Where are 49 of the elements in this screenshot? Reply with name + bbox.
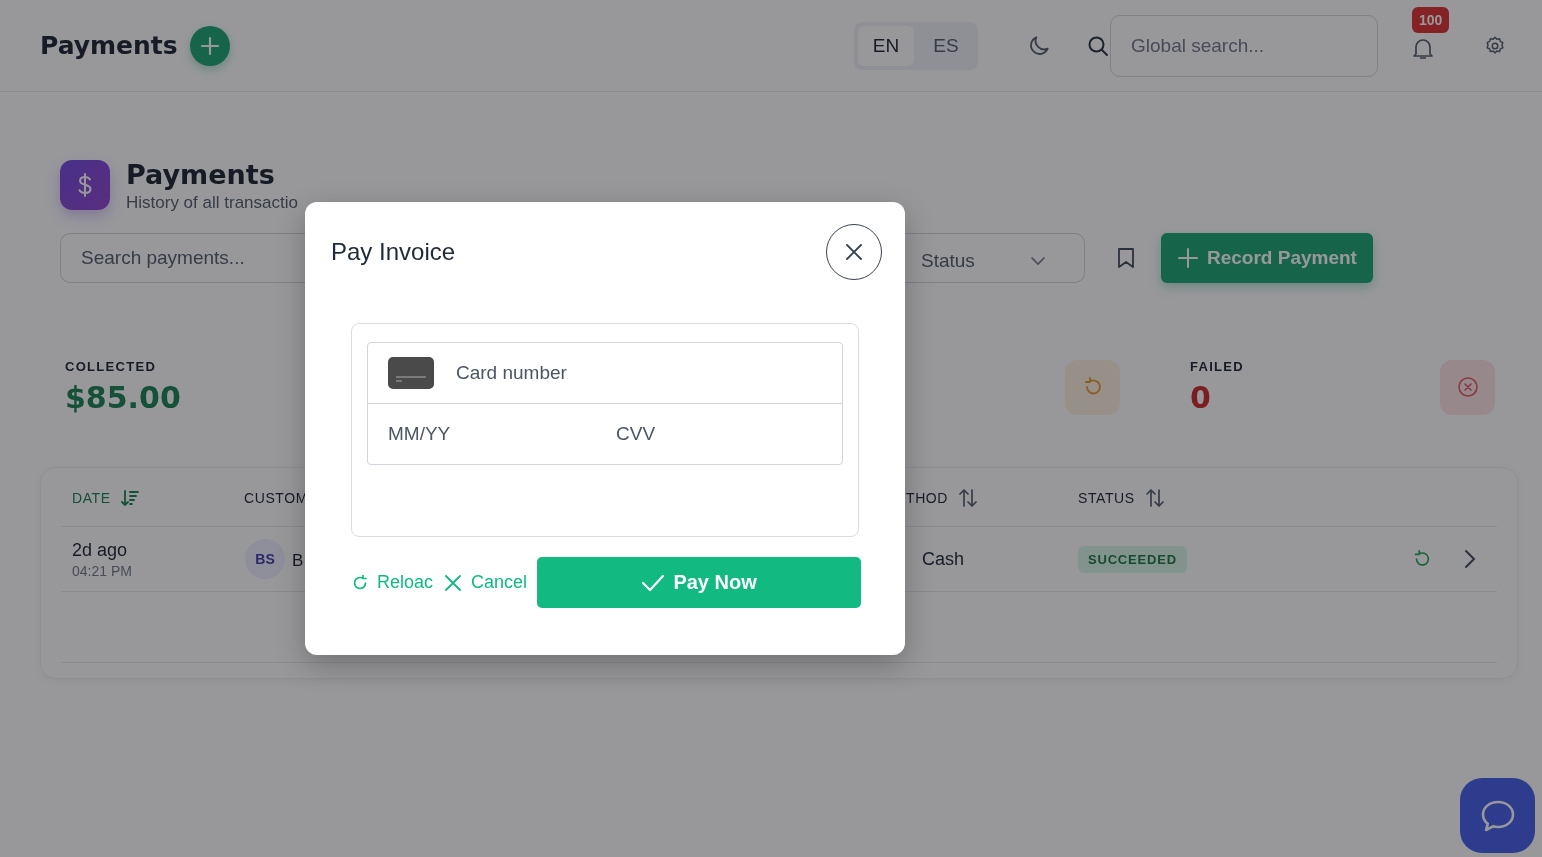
page-title: Payments bbox=[126, 160, 276, 190]
sort-descending-icon[interactable] bbox=[120, 488, 139, 508]
search-field[interactable]: Search payments... bbox=[60, 233, 305, 283]
settings-icon[interactable] bbox=[1484, 34, 1506, 57]
table-cell: B bbox=[292, 551, 304, 571]
column-header[interactable]: THOD bbox=[906, 490, 949, 506]
expiry-field[interactable]: MM/YY bbox=[368, 414, 596, 454]
status-badge: SUCCEEDED bbox=[1078, 545, 1187, 573]
close-icon bbox=[443, 572, 464, 593]
table-cell: 04:21 PM bbox=[72, 562, 132, 579]
dialog-title: Pay Invoice bbox=[331, 238, 456, 266]
add-button[interactable] bbox=[189, 25, 230, 66]
avatar: BS bbox=[245, 539, 285, 579]
card-details-field[interactable]: Card number MM/YY CVV bbox=[367, 342, 843, 465]
close-icon bbox=[844, 242, 864, 262]
refund-icon bbox=[1065, 359, 1120, 415]
bell-icon[interactable] bbox=[1412, 36, 1434, 61]
stat-value: 0 bbox=[1190, 380, 1211, 415]
plus-icon bbox=[198, 34, 221, 57]
cancel-button[interactable]: Cancel bbox=[443, 572, 528, 593]
table-cell: 2d ago bbox=[72, 539, 128, 561]
card-number-field[interactable]: Card number bbox=[454, 352, 818, 394]
bookmark-icon[interactable] bbox=[1117, 247, 1135, 269]
global-search-field[interactable]: Global search... bbox=[1110, 14, 1378, 77]
language-tab[interactable]: ES bbox=[918, 25, 974, 66]
stat-label: FAILED bbox=[1190, 359, 1245, 374]
sort-icon[interactable] bbox=[958, 487, 979, 509]
cvv-field[interactable]: CVV bbox=[596, 414, 824, 454]
column-header[interactable]: DATE bbox=[72, 490, 111, 506]
reload-icon bbox=[351, 573, 369, 592]
failed-icon bbox=[1440, 359, 1495, 415]
table-cell: Cash bbox=[922, 548, 965, 570]
reload-button[interactable]: Reloac bbox=[351, 572, 434, 593]
dollar-icon bbox=[60, 160, 110, 210]
plus-icon bbox=[1177, 247, 1199, 269]
notification-badge: 100 bbox=[1412, 6, 1450, 33]
language-tab[interactable]: EN bbox=[858, 25, 914, 66]
chevron-right-icon[interactable] bbox=[1463, 548, 1477, 570]
checkmark-icon bbox=[641, 572, 666, 593]
column-header[interactable]: STATUS bbox=[1078, 490, 1135, 506]
record-payment-button[interactable]: Record Payment bbox=[1161, 233, 1373, 283]
stat-label: COLLECTED bbox=[65, 359, 157, 374]
chat-button[interactable] bbox=[1460, 778, 1535, 853]
app-title: Payments bbox=[40, 31, 178, 60]
sort-icon[interactable] bbox=[1144, 487, 1165, 509]
stat-value: $85.00 bbox=[65, 380, 181, 415]
credit-card-icon bbox=[388, 357, 434, 389]
page-subtitle: History of all transactio bbox=[126, 193, 298, 213]
pay-now-button[interactable]: Pay Now bbox=[537, 557, 862, 608]
